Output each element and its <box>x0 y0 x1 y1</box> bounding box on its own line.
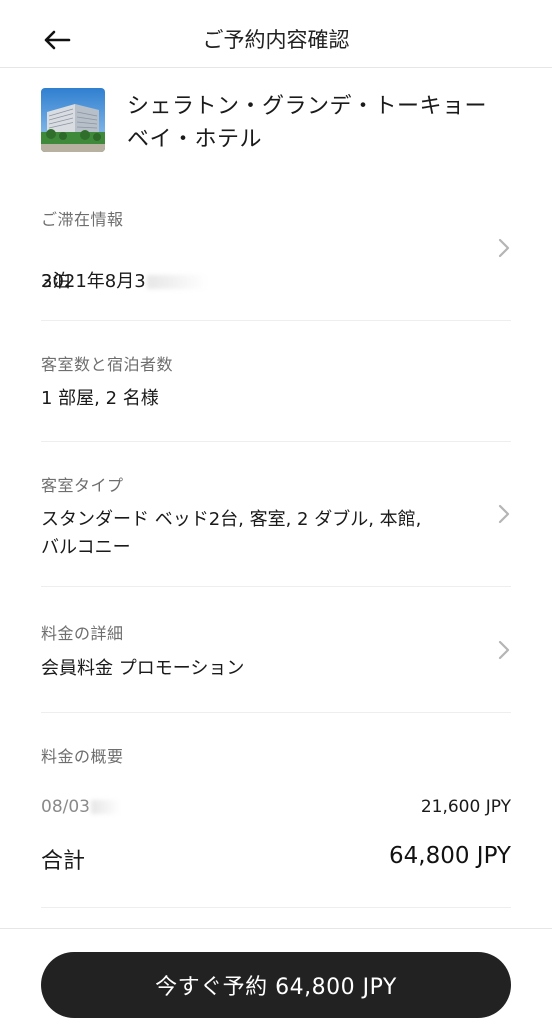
total-line: 合計 64,800 JPY <box>41 843 511 875</box>
rate-details-label: 料金の詳細 <box>41 624 124 643</box>
hotel-name: シェラトン・グランデ・トーキョーベイ・ホテル <box>127 94 488 152</box>
price-line-amount: 21,600 JPY <box>420 797 511 817</box>
price-summary: 料金の概要 08/03 21,600 JPY 合計 64,800 JPY <box>41 713 511 908</box>
hotel-summary: シェラトン・グランデ・トーキョーベイ・ホテル <box>41 88 511 168</box>
top-bar: ご予約内容確認 <box>0 0 552 68</box>
back-button[interactable] <box>30 18 84 62</box>
book-now-button[interactable]: 今すぐ予約 64,800 JPY <box>41 952 511 1018</box>
stay-details-label: ご滞在情報 <box>41 210 124 229</box>
hotel-thumbnail <box>41 88 105 152</box>
chevron-right-icon <box>498 238 510 258</box>
stay-nights: 3泊 <box>41 271 71 292</box>
total-label: 合計 <box>41 849 86 874</box>
stay-details-row[interactable]: ご滞在情報 2021年8月3 3泊 <box>41 190 511 321</box>
rooms-guests-label: 客室数と宿泊者数 <box>41 355 174 374</box>
price-line: 08/03 21,600 JPY <box>41 797 511 821</box>
price-line-date: 08/03 <box>41 797 90 817</box>
room-type-row[interactable]: 客室タイプ スタンダード ベッド2台, 客室, 2 ダブル, 本館, バルコニー <box>41 442 511 587</box>
room-type-label: 客室タイプ <box>41 476 124 495</box>
redacted-text <box>91 800 121 814</box>
total-amount: 64,800 JPY <box>389 843 511 869</box>
rooms-guests-value: 1 部屋, 2 名様 <box>41 388 159 409</box>
chevron-right-icon <box>498 504 510 524</box>
rate-details-row[interactable]: 料金の詳細 会員料金 プロモーション <box>41 587 511 713</box>
rooms-guests-row: 客室数と宿泊者数 1 部屋, 2 名様 <box>41 321 511 442</box>
room-type-value: スタンダード ベッド2台, 客室, 2 ダブル, 本館, バルコニー <box>41 509 422 558</box>
bottom-bar: 今すぐ予約 64,800 JPY <box>0 928 552 1024</box>
redacted-text <box>146 275 207 289</box>
chevron-right-icon <box>498 640 510 660</box>
arrow-left-icon <box>44 30 71 50</box>
price-summary-label: 料金の概要 <box>41 747 124 766</box>
rate-details-value: 会員料金 プロモーション <box>41 658 245 679</box>
